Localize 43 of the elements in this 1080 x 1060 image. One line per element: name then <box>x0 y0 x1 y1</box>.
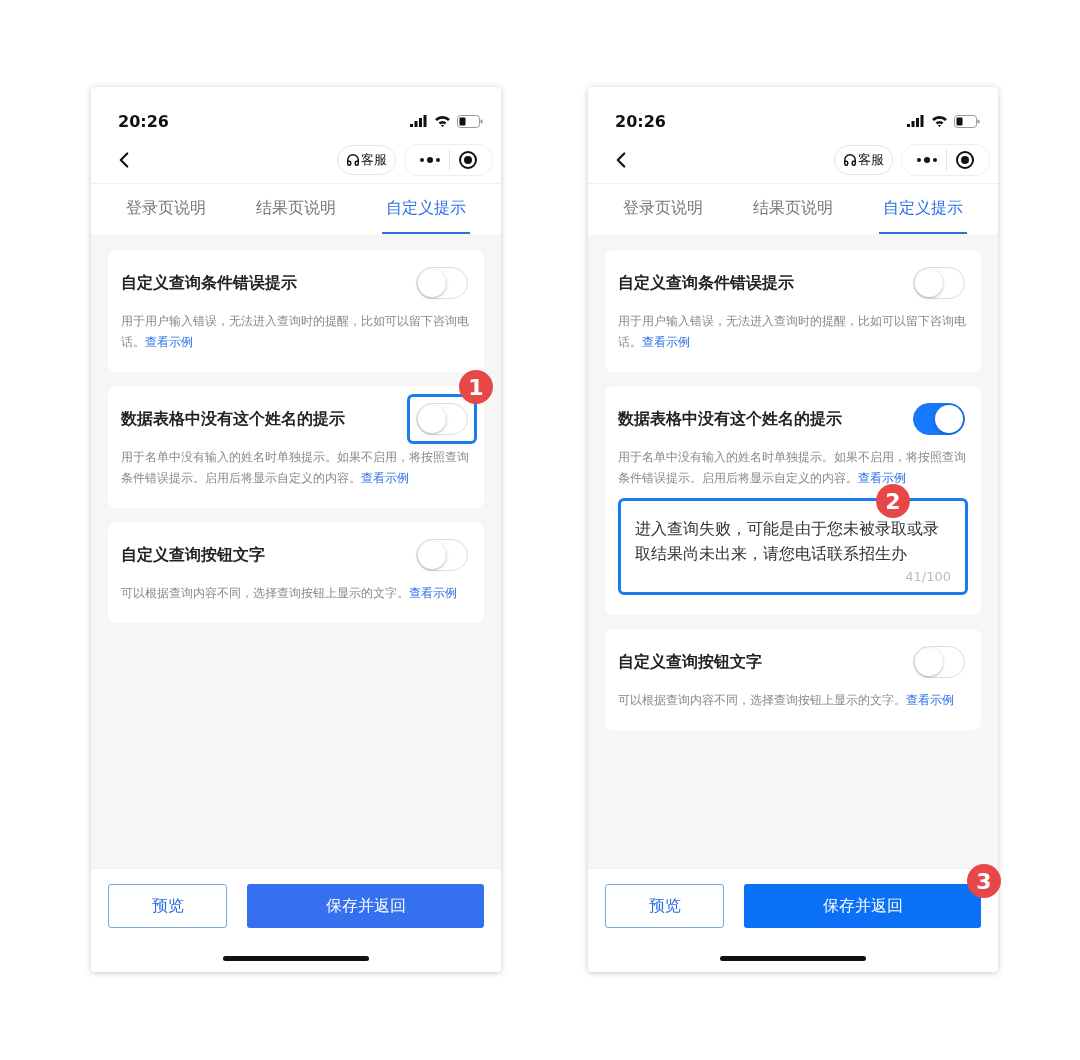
example-link[interactable]: 查看示例 <box>361 470 409 485</box>
example-link[interactable]: 查看示例 <box>145 334 193 349</box>
preview-button[interactable]: 预览 <box>605 884 724 928</box>
signal-icon <box>410 115 428 127</box>
setting-title: 自定义查询条件错误提示 <box>618 272 794 294</box>
wifi-icon <box>931 115 948 127</box>
setting-title: 自定义查询按钮文字 <box>121 544 265 566</box>
setting-title: 数据表格中没有这个姓名的提示 <box>618 408 842 430</box>
battery-icon <box>457 114 483 128</box>
wifi-icon <box>434 115 451 127</box>
step-badge: 1 <box>459 370 493 404</box>
tab[interactable]: 结果页说明 <box>749 184 837 234</box>
tab[interactable]: 登录页说明 <box>619 184 707 234</box>
setting-title: 自定义查询按钮文字 <box>618 651 762 673</box>
service-button[interactable]: 客服 <box>337 145 396 175</box>
setting-description: 可以根据查询内容不同，选择查询按钮上显示的文字。查看示例 <box>121 584 458 602</box>
setting-description: 用于名单中没有输入的姓名时单独提示。如果不启用，将按照查询条件错误提示。启用后将显示自定义的内容。查看示例 <box>121 448 470 487</box>
example-link[interactable]: 查看示例 <box>906 692 954 707</box>
tab[interactable]: 登录页说明 <box>122 184 210 234</box>
headphones-icon <box>843 153 857 167</box>
example-link[interactable]: 查看示例 <box>642 334 690 349</box>
headphones-icon <box>346 153 360 167</box>
step-badge: 2 <box>876 484 910 518</box>
setting-description: 用于名单中没有输入的姓名时单独提示。如果不启用，将按照查询条件错误提示。启用后将显示自定义的内容。查看示例 <box>618 448 967 487</box>
status-time: 20:26 <box>615 111 666 131</box>
textarea-value: 进入查询失败，可能是由于您未被录取或录取结果尚未出来，请您电话联系招生办 <box>635 519 940 565</box>
step-badge: 3 <box>967 864 1001 898</box>
signal-icon <box>907 115 925 127</box>
preview-button[interactable]: 预览 <box>108 884 227 928</box>
setting-title: 数据表格中没有这个姓名的提示 <box>121 408 345 430</box>
tab[interactable]: 结果页说明 <box>252 184 340 234</box>
example-link[interactable]: 查看示例 <box>858 470 906 485</box>
setting-description: 用于用户输入错误，无法进入查询时的提醒，比如可以留下咨询电话。查看示例 <box>618 312 967 351</box>
setting-description: 用于用户输入错误，无法进入查询时的提醒，比如可以留下咨询电话。查看示例 <box>121 312 470 351</box>
char-counter: 41/100 <box>905 569 951 584</box>
setting-description: 可以根据查询内容不同，选择查询按钮上显示的文字。查看示例 <box>618 691 955 709</box>
toggle-switch[interactable] <box>913 403 965 435</box>
setting-title: 自定义查询条件错误提示 <box>121 272 297 294</box>
save-button[interactable]: 保存并返回 <box>247 884 484 928</box>
battery-icon <box>954 114 980 128</box>
service-button[interactable]: 客服 <box>834 145 893 175</box>
example-link[interactable]: 查看示例 <box>409 585 457 600</box>
status-time: 20:26 <box>118 111 169 131</box>
